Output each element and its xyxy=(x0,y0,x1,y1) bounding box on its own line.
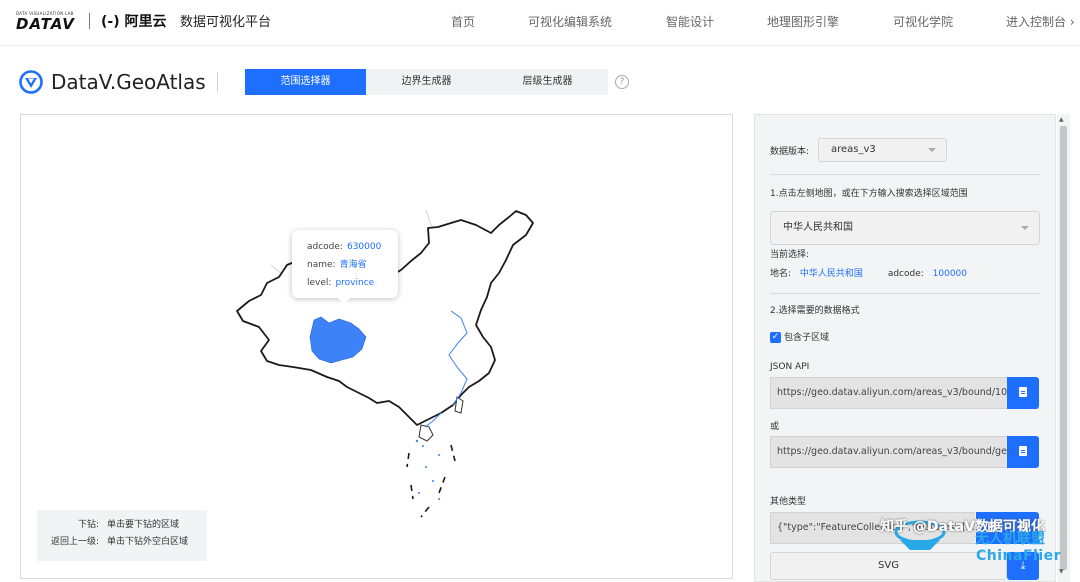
version-select[interactable]: areas_v3 xyxy=(818,138,947,162)
current-selection-info: 地名: 中华人民共和国 adcode: 100000 xyxy=(770,267,967,281)
hint-drilldown-value: 单击要下钻的区域 xyxy=(107,520,180,530)
logo-divider xyxy=(89,13,90,29)
geojson-output-field[interactable]: {"type":"FeatureCollection","features":[… xyxy=(770,512,975,544)
place-value: 中华人民共和国 xyxy=(799,269,863,279)
top-navigation-bar: DATA VISUALIZATION LAB DATAV (-) 阿里云 数据可… xyxy=(0,0,1080,46)
or-label: 或 xyxy=(770,422,780,432)
region-search-select[interactable]: 中华人民共和国 xyxy=(770,211,1040,245)
south-sea-dashes xyxy=(406,444,456,518)
copy-icon xyxy=(988,522,996,532)
download-icon xyxy=(1020,522,1028,532)
platform-title: 数据可视化平台 xyxy=(180,15,272,30)
svg-format-button[interactable]: SVG xyxy=(770,552,1007,580)
other-types-label: 其他类型 xyxy=(770,497,807,507)
nav-link-console[interactable]: 进入控制台 › xyxy=(1006,13,1075,31)
download-svg-button[interactable]: ⤓ xyxy=(1007,552,1039,580)
version-label: 数据版本: xyxy=(770,147,810,157)
help-icon[interactable]: ? xyxy=(615,75,629,89)
chevron-down-icon xyxy=(1021,226,1029,230)
settings-panel: 数据版本: areas_v3 1.点击左侧地图，或在下方输入搜索选择区域范围 中… xyxy=(754,114,1056,582)
include-subregions-checkbox[interactable]: ✓ xyxy=(770,332,781,343)
json-api-url-field[interactable]: https://geo.datav.aliyun.com/areas_v3/bo… xyxy=(770,377,1007,409)
place-label: 地名: xyxy=(770,269,792,279)
download-icon: ⤓ xyxy=(1020,559,1026,572)
hint-drilldown: 下钻: 单击要下钻的区域 xyxy=(37,517,207,534)
nav-link-smart-design[interactable]: 智能设计 xyxy=(666,13,714,31)
south-sea-islands xyxy=(415,439,440,500)
nav-link-editor[interactable]: 可视化编辑系统 xyxy=(528,13,612,31)
svg-label: SVG xyxy=(878,560,899,571)
step1-instruction: 1.点击左侧地图，或在下方输入搜索选择区域范围 xyxy=(770,189,968,199)
hint-drilldown-key: 下钻: xyxy=(77,520,99,530)
tooltip-adcode-value: 630000 xyxy=(346,242,382,252)
hint-back-key: 返回上一级: xyxy=(50,537,99,547)
tool-tabs: 范围选择器 边界生成器 层级生成器 xyxy=(245,69,608,95)
copy-json-api-button[interactable] xyxy=(1007,377,1039,409)
tooltip-level-value: province xyxy=(335,278,375,288)
map-panel[interactable]: adcode: 630000 name: 青海省 level: province 下钻… xyxy=(20,114,733,579)
version-select-value: areas_v3 xyxy=(831,144,876,155)
tooltip-level-key: level: xyxy=(307,278,332,288)
nav-link-home[interactable]: 首页 xyxy=(451,13,475,31)
alt-url-field[interactable]: https://geo.datav.aliyun.com/areas_v3/bo… xyxy=(770,436,1007,468)
current-selection-label: 当前选择: xyxy=(770,250,810,260)
tab-range-selector[interactable]: 范围选择器 xyxy=(245,69,366,95)
step2-instruction: 2.选择需要的数据格式 xyxy=(770,306,860,316)
geoatlas-title: DataV.GeoAtlas xyxy=(51,70,206,94)
tab-boundary-generator[interactable]: 边界生成器 xyxy=(366,69,487,95)
map-hint-box: 下钻: 单击要下钻的区域 返回上一级: 单击下钻外空白区域 xyxy=(37,510,207,561)
tooltip-name-value: 青海省 xyxy=(339,260,367,270)
copy-alt-url-button[interactable] xyxy=(1007,436,1039,468)
panel-divider xyxy=(770,174,1040,175)
copy-icon xyxy=(1019,387,1027,397)
panel-divider xyxy=(770,293,1040,294)
chevron-down-icon xyxy=(928,148,936,152)
adcode-label: adcode: xyxy=(887,269,924,279)
datav-logo-wordmark: DATAV xyxy=(16,15,75,33)
download-geojson-button[interactable] xyxy=(1008,512,1039,544)
tab-level-generator[interactable]: 层级生成器 xyxy=(487,69,608,95)
copy-geojson-button[interactable] xyxy=(976,512,1008,544)
scroll-down-arrow-icon[interactable]: ▼ xyxy=(1059,568,1064,575)
tooltip-name-row: name: 青海省 xyxy=(307,256,398,274)
nav-link-geo-engine[interactable]: 地理图形引擎 xyxy=(767,13,839,31)
region-select-value: 中华人民共和国 xyxy=(783,222,853,233)
tooltip-name-key: name: xyxy=(307,260,336,270)
scrollbar-thumb[interactable] xyxy=(1060,126,1067,570)
aliyun-logo[interactable]: (-) 阿里云 xyxy=(101,12,166,32)
hint-back-value: 单击下钻外空白区域 xyxy=(107,537,189,547)
tooltip-adcode-row: adcode: 630000 xyxy=(307,238,398,256)
datav-logo[interactable]: DATA VISUALIZATION LAB DATAV xyxy=(16,11,75,32)
geoatlas-logo-icon xyxy=(19,70,43,94)
copy-icon xyxy=(1019,446,1027,456)
tooltip-adcode-key: adcode: xyxy=(307,242,343,252)
region-tooltip: adcode: 630000 name: 青海省 level: province xyxy=(292,230,398,304)
scroll-up-arrow-icon[interactable]: ▲ xyxy=(1059,116,1064,123)
json-api-label: JSON API xyxy=(770,362,810,372)
nav-link-academy[interactable]: 可视化学院 xyxy=(893,13,953,31)
adcode-value: 100000 xyxy=(932,269,968,279)
hint-back: 返回上一级: 单击下钻外空白区域 xyxy=(37,534,207,551)
header-divider xyxy=(217,72,218,92)
tooltip-level-row: level: province xyxy=(307,274,398,292)
include-subregions-label: 包含子区域 xyxy=(784,333,830,343)
